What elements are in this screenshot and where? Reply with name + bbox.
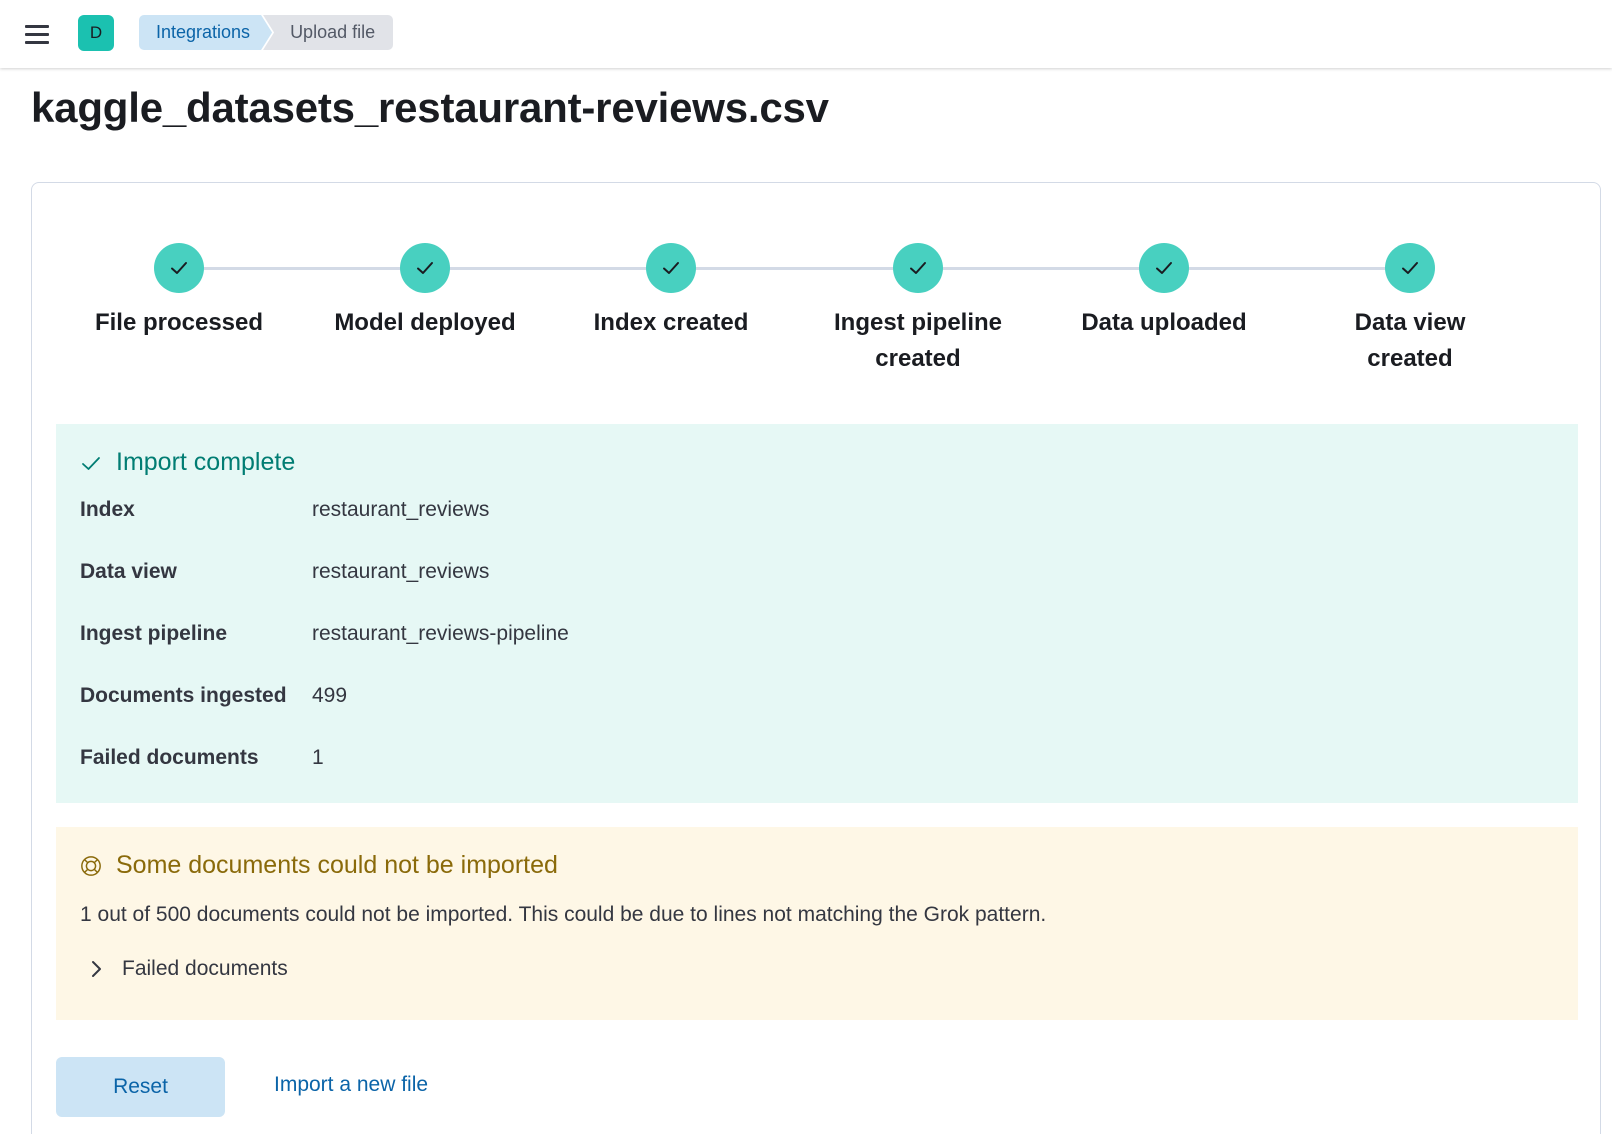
summary-value: 499 xyxy=(312,684,348,707)
step-model-deployed: Model deployed xyxy=(305,243,545,341)
breadcrumb-integrations[interactable]: Integrations xyxy=(139,15,272,50)
step-label: File processed xyxy=(94,309,264,336)
summary-key: Index xyxy=(80,498,135,521)
failed-documents-callout: Some documents could not be imported 1 o… xyxy=(56,827,1578,1020)
hamburger-menu-icon[interactable] xyxy=(20,18,54,50)
accordion-label: Failed documents xyxy=(122,957,288,980)
step-data-view-created: Data view created xyxy=(1320,243,1500,377)
breadcrumb-upload-file: Upload file xyxy=(263,15,394,50)
failed-documents-accordion[interactable]: Failed documents xyxy=(86,957,288,981)
warning-message: 1 out of 500 documents could not be impo… xyxy=(80,903,1047,926)
page-title: kaggle_datasets_restaurant-reviews.csv xyxy=(31,84,829,131)
step-label: Index created xyxy=(593,309,749,336)
chevron-right-icon xyxy=(86,959,106,979)
warning-title: Some documents could not be imported xyxy=(80,851,558,880)
step-label: Model deployed xyxy=(334,309,516,336)
summary-value: restaurant_reviews xyxy=(312,498,490,521)
summary-key: Data view xyxy=(80,560,177,583)
step-ingest-pipeline-created: Ingest pipeline created xyxy=(807,243,1029,377)
warning-title-label: Some documents could not be imported xyxy=(116,851,558,879)
step-file-processed: File processed xyxy=(59,243,299,341)
top-header: D Integrations Upload file xyxy=(0,0,1612,68)
import-new-file-link[interactable]: Import a new file xyxy=(274,1073,428,1097)
import-complete-label: Import complete xyxy=(116,448,296,476)
import-complete-callout: Import complete Index restaurant_reviews… xyxy=(56,424,1578,803)
space-avatar[interactable]: D xyxy=(78,15,114,51)
step-check-icon xyxy=(1385,243,1435,293)
summary-key: Failed documents xyxy=(80,746,259,769)
step-label: Data uploaded xyxy=(1081,309,1247,336)
step-index-created: Index created xyxy=(551,243,791,341)
summary-key: Documents ingested xyxy=(80,684,287,707)
summary-value: restaurant_reviews-pipeline xyxy=(312,622,569,645)
import-panel: File processed Model deployed Index crea… xyxy=(31,182,1601,1134)
step-check-icon xyxy=(1139,243,1189,293)
import-complete-title: Import complete xyxy=(80,448,295,477)
lifebuoy-icon xyxy=(80,855,102,877)
step-check-icon xyxy=(400,243,450,293)
step-data-uploaded: Data uploaded xyxy=(1044,243,1284,341)
summary-value: restaurant_reviews xyxy=(312,560,490,583)
step-label: Ingest pipeline created xyxy=(833,309,1003,372)
reset-button[interactable]: Reset xyxy=(56,1057,225,1117)
breadcrumb: Integrations Upload file xyxy=(139,15,394,50)
import-steps: File processed Model deployed Index crea… xyxy=(32,183,1600,383)
summary-key: Ingest pipeline xyxy=(80,622,228,645)
step-check-icon xyxy=(646,243,696,293)
check-icon xyxy=(80,452,102,474)
summary-value: 1 xyxy=(312,746,324,769)
step-check-icon xyxy=(893,243,943,293)
step-check-icon xyxy=(154,243,204,293)
step-label: Data view created xyxy=(1354,309,1466,372)
